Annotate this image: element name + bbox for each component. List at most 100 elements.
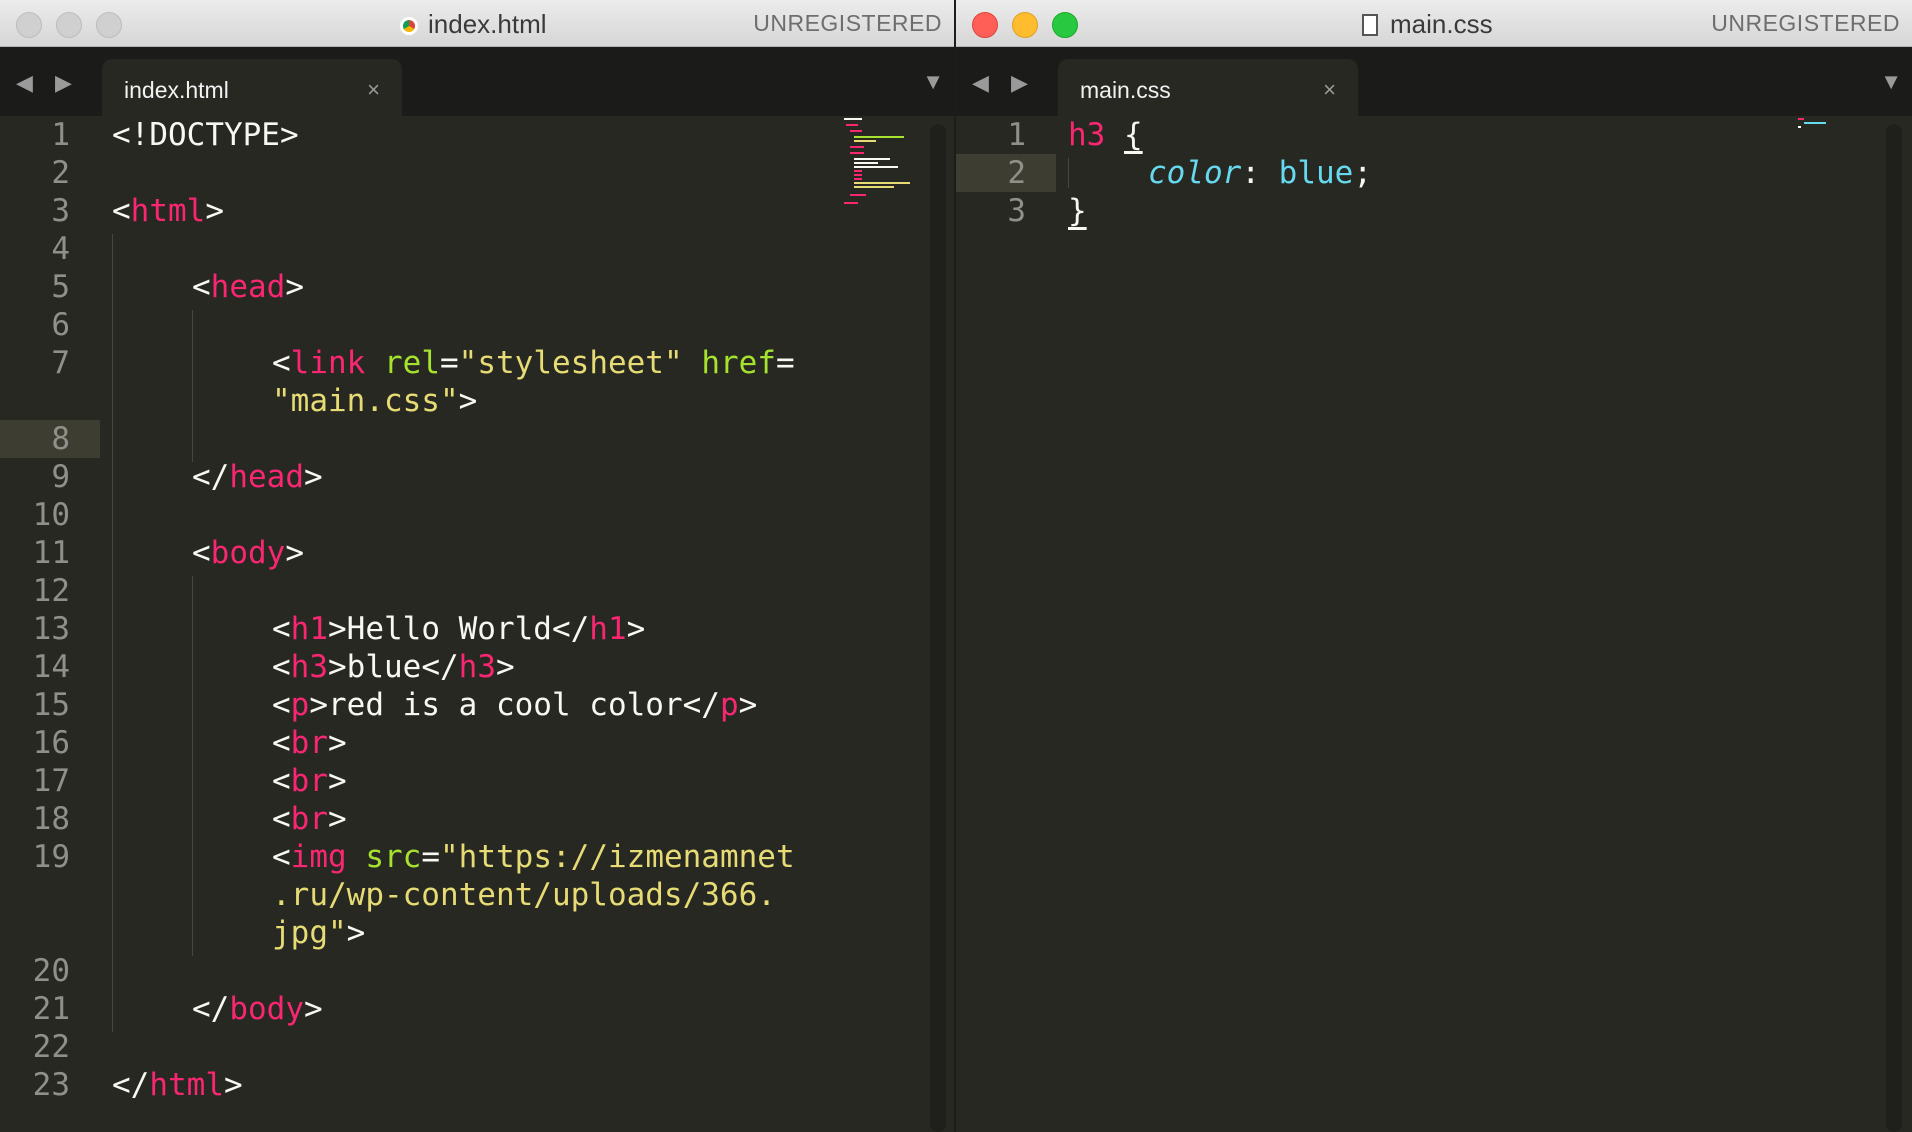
code-token: p bbox=[719, 687, 739, 723]
code-token: src bbox=[365, 839, 422, 875]
code-line: <body> bbox=[192, 534, 304, 572]
code-token: = bbox=[440, 345, 459, 381]
indent-guide bbox=[192, 576, 193, 956]
code-line: <br> bbox=[272, 800, 347, 838]
code-line: <!DOCTYPE> bbox=[112, 116, 299, 154]
code-token: } bbox=[1068, 193, 1087, 229]
line-number: 4 bbox=[51, 231, 70, 267]
zoom-window-button[interactable] bbox=[96, 12, 122, 38]
tab-index-html[interactable]: index.html × bbox=[102, 59, 402, 116]
window-title-text: main.css bbox=[1390, 9, 1493, 39]
line-number: 6 bbox=[51, 307, 70, 343]
close-window-button[interactable] bbox=[16, 12, 42, 38]
code-token: < bbox=[112, 193, 131, 229]
code-token: body bbox=[229, 991, 304, 1027]
minimize-window-button[interactable] bbox=[56, 12, 82, 38]
code-token: { bbox=[1124, 117, 1143, 153]
code-token: html bbox=[130, 193, 206, 229]
code-token: head bbox=[229, 459, 304, 495]
chrome-file-icon bbox=[400, 17, 418, 35]
code-token: : bbox=[1241, 155, 1279, 191]
code-line: h3 { bbox=[1068, 116, 1143, 154]
code-token: < bbox=[272, 649, 291, 685]
line-number: 14 bbox=[32, 649, 70, 685]
code-token: color bbox=[1148, 155, 1242, 191]
code-token: > bbox=[458, 383, 478, 419]
code-token: img bbox=[290, 839, 347, 875]
indent-guide bbox=[112, 234, 113, 1032]
code-line: <p>red is a cool color</p> bbox=[272, 686, 757, 724]
code-token: < bbox=[192, 535, 211, 571]
code-token: "stylesheet" bbox=[458, 345, 683, 381]
code-token: > bbox=[303, 991, 323, 1027]
code-token: > bbox=[303, 459, 323, 495]
code-line: <html> bbox=[112, 192, 224, 230]
line-number: 2 bbox=[1007, 155, 1026, 191]
line-number: 20 bbox=[32, 953, 70, 989]
tab-bar: ◀ ▶ index.html × ▼ bbox=[0, 47, 954, 116]
code-token: = bbox=[421, 839, 441, 875]
line-number: 3 bbox=[1007, 193, 1026, 229]
code-line: color: blue; bbox=[1148, 154, 1372, 192]
code-token: rel bbox=[384, 345, 440, 381]
minimap[interactable] bbox=[842, 116, 912, 226]
line-number: 8 bbox=[51, 421, 70, 457]
vertical-scrollbar[interactable] bbox=[930, 124, 946, 1132]
code-line: "main.css"> bbox=[272, 382, 477, 420]
code-token: head bbox=[210, 269, 286, 305]
code-token: br bbox=[290, 725, 328, 761]
code-line: </html> bbox=[112, 1066, 243, 1104]
code-token: < bbox=[272, 725, 291, 761]
code-token: < bbox=[272, 687, 291, 723]
code-token: h1 bbox=[290, 611, 328, 647]
line-number-gutter: 123 bbox=[956, 116, 1056, 1132]
vertical-scrollbar[interactable] bbox=[1886, 124, 1902, 1132]
tab-nav-arrows-icon[interactable]: ◀ ▶ bbox=[972, 70, 1036, 96]
code-line: jpg"> bbox=[272, 914, 365, 952]
line-number: 2 bbox=[51, 155, 70, 191]
code-token: > bbox=[205, 193, 224, 229]
tab-nav-arrows-icon[interactable]: ◀ ▶ bbox=[16, 70, 80, 96]
title-bar[interactable]: index.html UNREGISTERED bbox=[0, 0, 954, 47]
line-number: 16 bbox=[32, 725, 70, 761]
code-token: < bbox=[192, 269, 211, 305]
code-line: <br> bbox=[272, 724, 347, 762]
code-token: = bbox=[775, 345, 795, 381]
zoom-window-button[interactable] bbox=[1052, 12, 1078, 38]
code-token: < bbox=[272, 839, 291, 875]
code-editor[interactable]: 123 h3 {color: blue;} bbox=[956, 116, 1912, 1132]
code-token: < bbox=[272, 611, 291, 647]
code-token: h3 bbox=[458, 649, 496, 685]
code-token: "https://izmenamnet bbox=[440, 839, 795, 875]
title-bar[interactable]: main.css UNREGISTERED bbox=[956, 0, 1912, 47]
tab-menu-icon[interactable]: ▼ bbox=[1880, 69, 1902, 95]
code-token: </ bbox=[112, 1067, 150, 1103]
tab-label: main.css bbox=[1080, 77, 1171, 103]
code-line: </head> bbox=[192, 458, 323, 496]
tab-label: index.html bbox=[124, 77, 229, 103]
code-token: .ru/wp-content/uploads/366. bbox=[272, 877, 776, 913]
line-number: 10 bbox=[32, 497, 70, 533]
minimize-window-button[interactable] bbox=[1012, 12, 1038, 38]
tab-menu-icon[interactable]: ▼ bbox=[922, 69, 944, 95]
editor-window-index-html: index.html UNREGISTERED ◀ ▶ index.html ×… bbox=[0, 0, 954, 1132]
code-token: >blue</ bbox=[328, 649, 459, 685]
line-number: 1 bbox=[1007, 117, 1026, 153]
code-token: > bbox=[328, 801, 347, 837]
line-number: 3 bbox=[51, 193, 70, 229]
indent-guide bbox=[192, 310, 193, 462]
line-number-gutter: 1 2 3 4 5 6 7 8 9 10 11 12 13 14 15 16 17 18 19 20 21 22 23 bbox=[0, 116, 100, 1132]
tab-close-icon[interactable]: × bbox=[1323, 59, 1336, 121]
code-token: p bbox=[290, 687, 310, 723]
minimap[interactable] bbox=[1796, 116, 1866, 226]
code-editor[interactable]: 1 2 3 4 5 6 7 8 9 10 11 12 13 14 15 16 17 18 19 20 21 22 23 <!… bbox=[0, 116, 954, 1132]
line-number: 7 bbox=[51, 345, 70, 381]
tab-close-icon[interactable]: × bbox=[367, 59, 380, 121]
close-window-button[interactable] bbox=[972, 12, 998, 38]
tab-main-css[interactable]: main.css × bbox=[1058, 59, 1358, 116]
code-token: h3 bbox=[290, 649, 328, 685]
line-number: 22 bbox=[32, 1029, 70, 1065]
